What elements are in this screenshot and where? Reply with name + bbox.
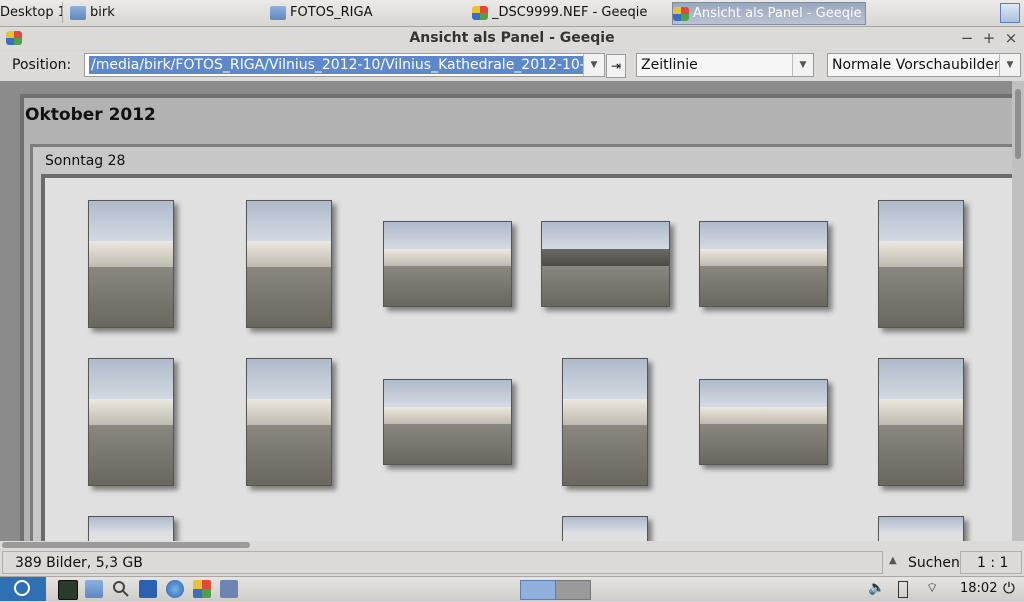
chevron-down-icon[interactable]: ▼: [583, 54, 604, 76]
view-mode-value: Zeitlinie: [641, 57, 698, 73]
thumb-size-value: Normale Vorschaubilder: [832, 57, 1000, 73]
chevron-down-icon[interactable]: ▼: [792, 54, 813, 76]
geeqie-icon[interactable]: [193, 580, 211, 598]
timeline-view[interactable]: Oktober 2012 Sonntag 28: [0, 81, 1024, 547]
task-fotos-riga[interactable]: FOTOS_RIGA: [270, 2, 465, 23]
toolbar: Position: /media/birk/FOTOS_RIGA/Vilnius…: [0, 51, 1024, 81]
maximize-button[interactable]: +: [980, 29, 998, 47]
task-label: _DSC9999.NEF - Geeqie: [492, 5, 648, 20]
desktop-switcher[interactable]: Desktop 1: [0, 2, 63, 23]
path-combobox[interactable]: /media/birk/FOTOS_RIGA/Vilnius_2012-10/V…: [84, 53, 605, 77]
workspace-1[interactable]: [520, 580, 556, 600]
thumb-size-select[interactable]: Normale Vorschaubilder ▼: [827, 53, 1021, 77]
task-label: FOTOS_RIGA: [290, 5, 373, 20]
folder-icon: [70, 5, 86, 20]
geeqie-icon: [472, 5, 488, 20]
start-menu-button[interactable]: [0, 577, 46, 601]
position-label: Position:: [12, 57, 72, 73]
chevron-up-icon[interactable]: ▲: [889, 555, 897, 566]
thumbnail[interactable]: [699, 221, 828, 307]
browser-icon[interactable]: [166, 580, 184, 598]
top-taskbar: Desktop 1 birk FOTOS_RIGA _DSC9999.NEF -…: [0, 0, 1024, 27]
zoom-indicator[interactable]: 1 : 1: [960, 551, 1022, 574]
battery-icon[interactable]: [898, 581, 908, 598]
status-summary: 389 Bilder, 5,3 GB: [2, 551, 883, 574]
thumbnail[interactable]: [878, 358, 964, 486]
window-titlebar: Ansicht als Panel - Geeqie − + ×: [0, 27, 1024, 50]
thumbnail[interactable]: [878, 200, 964, 328]
thumbnail[interactable]: [88, 358, 174, 486]
geeqie-icon: [673, 6, 689, 21]
thumbnail[interactable]: [88, 200, 174, 328]
terminal-icon[interactable]: [58, 580, 78, 600]
thumbnail-grid: [41, 174, 1015, 547]
path-input[interactable]: /media/birk/FOTOS_RIGA/Vilnius_2012-10/V…: [89, 56, 604, 74]
search-icon[interactable]: [112, 580, 130, 598]
wifi-icon[interactable]: ⌔: [926, 580, 938, 596]
task-geeqie-nef[interactable]: _DSC9999.NEF - Geeqie: [472, 2, 667, 23]
task-label: Ansicht als Panel - Geeqie: [693, 6, 862, 21]
clock[interactable]: 18:02: [960, 581, 997, 596]
scrollbar-thumb[interactable]: [2, 542, 250, 548]
day-heading: Sonntag 28: [45, 153, 126, 169]
thumbnail[interactable]: [383, 221, 512, 307]
status-bar: 389 Bilder, 5,3 GB ▲ Suchen 1 : 1: [0, 549, 1024, 576]
thumbnail[interactable]: [541, 221, 670, 307]
calculator-icon[interactable]: [220, 580, 238, 598]
thumbnail[interactable]: [562, 358, 648, 486]
task-birk[interactable]: birk: [70, 2, 265, 23]
minimize-button[interactable]: −: [958, 29, 976, 47]
folder-icon: [270, 5, 286, 20]
power-icon[interactable]: ⏻: [1003, 579, 1015, 597]
horizontal-scrollbar[interactable]: [0, 541, 1024, 549]
task-label: birk: [90, 5, 115, 20]
task-geeqie-panel[interactable]: Ansicht als Panel - Geeqie: [672, 2, 866, 25]
close-button[interactable]: ×: [1002, 29, 1020, 47]
file-manager-icon[interactable]: [85, 580, 103, 598]
month-heading: Oktober 2012: [25, 105, 156, 125]
workspace-2[interactable]: [555, 580, 591, 600]
scrollbar-thumb[interactable]: [1015, 89, 1021, 159]
desktop-label: Desktop 1: [0, 5, 63, 20]
thumbnail[interactable]: [246, 200, 332, 328]
chevron-down-icon[interactable]: ▼: [999, 54, 1020, 76]
thumbnail[interactable]: [383, 379, 512, 465]
start-icon: [14, 580, 30, 596]
thumbnail[interactable]: [246, 358, 332, 486]
window-title: Ansicht als Panel - Geeqie: [409, 30, 615, 46]
view-mode-select[interactable]: Zeitlinie ▼: [636, 53, 814, 77]
volume-icon[interactable]: 🔈: [868, 580, 885, 596]
vertical-scrollbar[interactable]: [1012, 81, 1024, 541]
show-desktop-icon[interactable]: [1000, 3, 1020, 23]
system-panel: 🔈 ⌔ 18:02 ⏻: [0, 576, 1024, 601]
search-label[interactable]: Suchen: [908, 555, 960, 571]
app-icon[interactable]: [139, 580, 157, 598]
go-to-path-button[interactable]: ⇥: [606, 54, 626, 78]
thumbnail[interactable]: [699, 379, 828, 465]
